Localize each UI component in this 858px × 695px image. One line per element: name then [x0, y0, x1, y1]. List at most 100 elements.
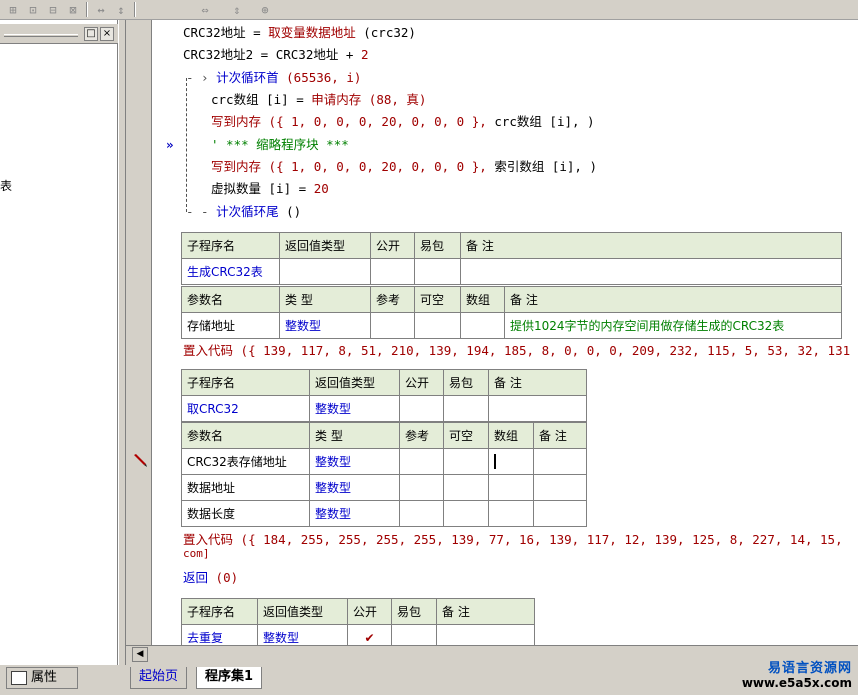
col-header: 公开 — [370, 232, 415, 259]
param-name-cell[interactable]: 数据地址 — [181, 474, 310, 501]
sub-table-1: 子程序名 返回值类型 公开 易包 备 注 生成CRC32表 — [181, 232, 842, 285]
col-header: 参数名 — [181, 422, 310, 449]
pen-icon — [134, 454, 147, 467]
nullable-cell[interactable] — [443, 448, 489, 475]
param-type-cell[interactable]: 整数型 — [309, 448, 400, 475]
array-cell[interactable] — [488, 448, 534, 475]
sub-name-cell[interactable]: 去重复 — [181, 624, 258, 645]
public-cell[interactable] — [370, 258, 415, 285]
ret-type-cell[interactable]: 整数型 — [257, 624, 348, 645]
properties-icon — [11, 671, 27, 685]
param-note-cell[interactable]: 提供1024字节的内存空间用做存储生成的CRC32表 — [504, 312, 842, 339]
ref-cell[interactable] — [399, 448, 444, 475]
code-line-8[interactable]: 虚拟数量 [i] = 20 — [211, 180, 329, 198]
loop-bracket — [186, 78, 187, 212]
param-type-cell[interactable]: 整数型 — [279, 312, 371, 339]
sub-table-2: 子程序名 返回值类型 公开 易包 备 注 取CRC32 整数型 — [181, 369, 587, 422]
note-cell[interactable] — [436, 624, 535, 645]
panel-titlebar: □ × — [0, 24, 118, 44]
same-size-icon[interactable]: ⊕ — [256, 1, 274, 18]
col-header: 公开 — [347, 598, 392, 625]
public-cell[interactable]: ✔ — [347, 624, 392, 645]
code-line-7[interactable]: 写到内存 ({ 1, 0, 0, 0, 20, 0, 0, 0 }, 索引数组 … — [211, 158, 597, 176]
align-top-icon[interactable]: ⊡ — [24, 1, 42, 18]
loop-end-line[interactable]: - - 计次循环尾 () — [186, 203, 301, 221]
col-header: 类 型 — [279, 286, 371, 313]
ret-type-cell[interactable]: 整数型 — [309, 395, 400, 422]
col-header: 公开 — [399, 369, 444, 396]
col-header: 数组 — [460, 286, 505, 313]
note-cell[interactable] — [460, 258, 842, 285]
space-vertical-icon[interactable]: ↕ — [112, 1, 130, 18]
loop-start-line[interactable]: - › 计次循环首 (65536, i) — [186, 69, 361, 87]
col-header: 备 注 — [504, 286, 842, 313]
embed-code-cont[interactable]: com] — [183, 547, 210, 561]
left-panel: □ × 表 — [0, 20, 118, 665]
panel-splitter[interactable] — [118, 20, 126, 670]
array-cell[interactable] — [488, 500, 534, 527]
public-cell[interactable] — [399, 395, 444, 422]
toolbar-separator — [134, 2, 136, 17]
grip-bar — [4, 34, 78, 37]
ref-cell[interactable] — [399, 500, 444, 527]
align-left-icon[interactable]: ⊞ — [4, 1, 22, 18]
code-editor[interactable]: CRC32地址 = 取变量数据地址 (crc32) CRC32地址2 = CRC… — [152, 20, 858, 645]
code-line-1[interactable]: CRC32地址 = 取变量数据地址 (crc32) — [183, 24, 416, 42]
same-width-icon[interactable]: ⇔ — [196, 1, 214, 18]
param-note-cell[interactable] — [533, 500, 587, 527]
ref-cell[interactable] — [370, 312, 415, 339]
col-header: 易包 — [443, 369, 489, 396]
return-line[interactable]: 返回 (0) — [183, 569, 238, 587]
space-horizontal-icon[interactable]: ↔ — [92, 1, 110, 18]
pin-icon[interactable]: □ — [84, 27, 98, 41]
same-height-icon[interactable]: ⇕ — [228, 1, 246, 18]
nullable-cell[interactable] — [443, 474, 489, 501]
param-name-cell[interactable]: 存储地址 — [181, 312, 280, 339]
col-header: 易包 — [391, 598, 437, 625]
align-center-icon[interactable]: ⊟ — [44, 1, 62, 18]
array-cell[interactable] — [488, 474, 534, 501]
embed-code-line-1[interactable]: 置入代码 ({ 139, 117, 8, 51, 210, 139, 194, … — [183, 342, 850, 360]
col-header: 子程序名 — [181, 369, 310, 396]
col-header: 备 注 — [533, 422, 587, 449]
col-header: 备 注 — [436, 598, 535, 625]
sub-name-cell[interactable]: 取CRC32 — [181, 395, 310, 422]
param-table-1: 参数名 类 型 参考 可空 数组 备 注 存储地址 整数型 提供1024字节的内… — [181, 286, 842, 339]
check-icon: ✔ — [364, 630, 375, 645]
param-note-cell[interactable] — [533, 474, 587, 501]
ret-type-cell[interactable] — [279, 258, 371, 285]
col-header: 数组 — [488, 422, 534, 449]
embed-code-line-2[interactable]: 置入代码 ({ 184, 255, 255, 255, 255, 139, 77… — [183, 531, 843, 549]
tab-start-page[interactable]: 起始页 — [130, 667, 188, 689]
col-header: 子程序名 — [181, 598, 258, 625]
code-line-2[interactable]: CRC32地址2 = CRC32地址 + 2 — [183, 46, 368, 64]
col-header: 参考 — [399, 422, 444, 449]
note-cell[interactable] — [488, 395, 587, 422]
epkg-cell[interactable] — [391, 624, 437, 645]
col-header: 参考 — [370, 286, 415, 313]
param-note-cell[interactable] — [533, 448, 587, 475]
array-cell[interactable] — [460, 312, 505, 339]
epkg-cell[interactable] — [443, 395, 489, 422]
code-line-6[interactable]: ' *** 缩略程序块 *** — [211, 136, 349, 154]
properties-button[interactable]: 属性 — [6, 667, 78, 689]
editor-gutter — [126, 20, 152, 645]
nullable-cell[interactable] — [414, 312, 461, 339]
code-line-4[interactable]: crc数组 [i] = 申请内存 (88, 真) — [211, 91, 426, 109]
ref-cell[interactable] — [399, 474, 444, 501]
param-name-cell[interactable]: 数据长度 — [181, 500, 310, 527]
tab-program-set-1[interactable]: 程序集1 — [196, 667, 263, 689]
param-name-cell[interactable]: CRC32表存储地址 — [181, 448, 310, 475]
sub-name-cell[interactable]: 生成CRC32表 — [181, 258, 280, 285]
col-header: 返回值类型 — [309, 369, 400, 396]
param-type-cell[interactable]: 整数型 — [309, 474, 400, 501]
scroll-left-icon[interactable]: ◀ — [132, 647, 148, 662]
panel-peek-text: 表 — [0, 179, 13, 193]
epkg-cell[interactable] — [414, 258, 461, 285]
col-header: 参数名 — [181, 286, 280, 313]
code-line-5[interactable]: 写到内存 ({ 1, 0, 0, 0, 20, 0, 0, 0 }, crc数组… — [211, 113, 595, 131]
param-type-cell[interactable]: 整数型 — [309, 500, 400, 527]
align-middle-icon[interactable]: ⊠ — [64, 1, 82, 18]
nullable-cell[interactable] — [443, 500, 489, 527]
close-icon[interactable]: × — [100, 27, 114, 41]
